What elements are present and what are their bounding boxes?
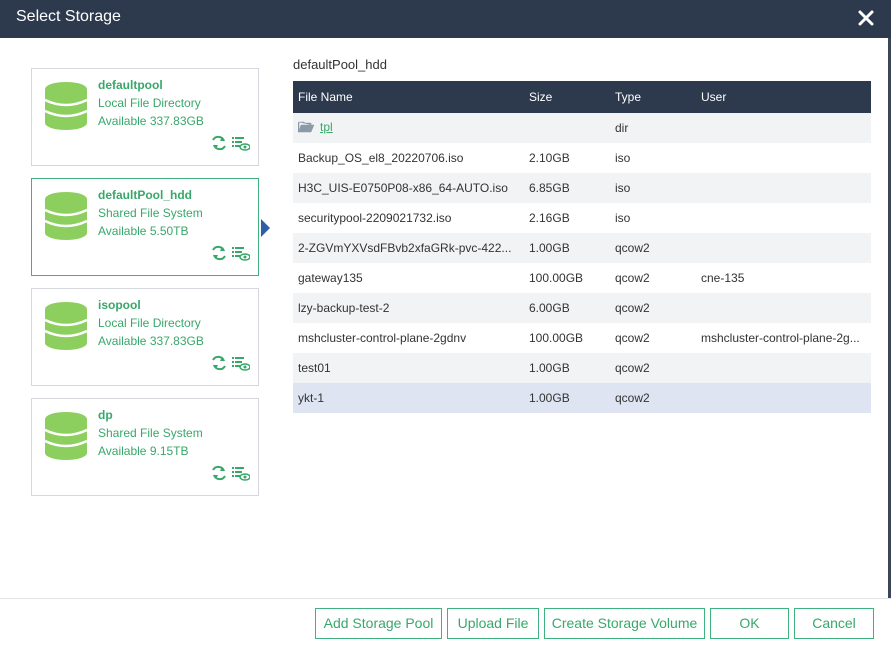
ok-button[interactable]: OK: [710, 608, 789, 639]
column-header-size[interactable]: Size: [524, 81, 610, 113]
pool-card-defaultpool-hdd[interactable]: defaultPool_hdd Shared File System Avail…: [31, 178, 259, 276]
table-row[interactable]: lzy-backup-test-2 6.00GB qcow2: [293, 293, 871, 323]
selected-pool-title: defaultPool_hdd: [293, 57, 387, 72]
pool-card-isopool[interactable]: isopool Local File Directory Available 3…: [31, 288, 259, 386]
size-cell: 1.00GB: [529, 361, 570, 375]
table-header-row: File Name Size Type User: [293, 81, 871, 113]
type-cell: qcow2: [615, 241, 650, 255]
pool-type: Local File Directory: [98, 316, 201, 330]
dialog-titlebar: Select Storage: [0, 0, 891, 38]
view-list-icon[interactable]: [232, 465, 251, 481]
size-cell: 6.85GB: [529, 181, 570, 195]
file-name-cell: 2-ZGVmYXVsdFBvb2xfaGRk-pvc-422...: [298, 241, 512, 255]
size-cell: 100.00GB: [529, 271, 584, 285]
pool-available: Available 337.83GB: [98, 334, 204, 348]
user-cell: [696, 353, 871, 383]
size-cell: 6.00GB: [529, 301, 570, 315]
view-list-icon[interactable]: [232, 355, 251, 371]
add-storage-pool-button[interactable]: Add Storage Pool: [315, 608, 442, 639]
type-cell: qcow2: [615, 361, 650, 375]
view-list-icon[interactable]: [232, 135, 251, 151]
refresh-icon[interactable]: [210, 355, 228, 371]
file-name-cell: securitypool-2209021732.iso: [298, 211, 452, 225]
type-cell: iso: [615, 151, 631, 165]
file-name-cell: mshcluster-control-plane-2gdnv: [298, 331, 467, 345]
size-cell: 2.10GB: [529, 151, 570, 165]
size-cell: 100.00GB: [529, 331, 584, 345]
type-cell: iso: [615, 181, 631, 195]
column-header-user[interactable]: User: [696, 81, 871, 113]
file-name-cell: tpl: [293, 113, 524, 143]
file-table: File Name Size Type User tpl dir Backup_…: [293, 81, 871, 413]
column-header-type[interactable]: Type: [610, 81, 696, 113]
user-cell: cne-135: [701, 271, 745, 285]
cancel-button[interactable]: Cancel: [794, 608, 874, 639]
dialog-title: Select Storage: [16, 8, 121, 25]
table-row[interactable]: tpl dir: [293, 113, 871, 143]
file-name-cell: Backup_OS_el8_20220706.iso: [298, 151, 464, 165]
pool-card-defaultpool[interactable]: defaultpool Local File Directory Availab…: [31, 68, 259, 166]
column-header-file-name[interactable]: File Name: [293, 81, 524, 113]
table-row[interactable]: Backup_OS_el8_20220706.iso 2.10GB iso: [293, 143, 871, 173]
table-row[interactable]: 2-ZGVmYXVsdFBvb2xfaGRk-pvc-422... 1.00GB…: [293, 233, 871, 263]
folder-open-icon: [297, 120, 315, 136]
database-icon: [44, 191, 88, 244]
refresh-icon[interactable]: [210, 245, 228, 261]
user-cell: [696, 173, 871, 203]
close-icon[interactable]: [855, 7, 877, 29]
pool-available: Available 337.83GB: [98, 114, 204, 128]
size-cell: 2.16GB: [529, 211, 570, 225]
refresh-icon[interactable]: [210, 135, 228, 151]
file-name-cell: ykt-1: [298, 391, 325, 405]
type-cell: qcow2: [615, 391, 650, 405]
file-name-cell: gateway135: [298, 271, 363, 285]
table-row[interactable]: securitypool-2209021732.iso 2.16GB iso: [293, 203, 871, 233]
size-cell: 1.00GB: [529, 391, 570, 405]
user-cell: [696, 203, 871, 233]
pool-name: isopool: [98, 298, 141, 312]
pool-name: defaultpool: [98, 78, 163, 92]
pool-card-dp[interactable]: dp Shared File System Available 9.15TB: [31, 398, 259, 496]
user-cell: [696, 113, 871, 143]
file-name-cell: H3C_UIS-E0750P08-x86_64-AUTO.iso: [298, 181, 508, 195]
pool-available: Available 9.15TB: [98, 444, 189, 458]
type-cell: dir: [615, 121, 629, 135]
create-storage-volume-button[interactable]: Create Storage Volume: [544, 608, 705, 639]
table-row[interactable]: H3C_UIS-E0750P08-x86_64-AUTO.iso 6.85GB …: [293, 173, 871, 203]
user-cell: mshcluster-control-plane-2g...: [701, 331, 860, 345]
type-cell: iso: [615, 211, 631, 225]
file-name-cell: lzy-backup-test-2: [298, 301, 390, 315]
pool-type: Local File Directory: [98, 96, 201, 110]
database-icon: [44, 81, 88, 134]
size-cell: [524, 113, 610, 143]
user-cell: [696, 143, 871, 173]
table-row[interactable]: gateway135 100.00GB qcow2 cne-135: [293, 263, 871, 293]
table-row[interactable]: mshcluster-control-plane-2gdnv 100.00GB …: [293, 323, 871, 353]
type-cell: qcow2: [615, 271, 650, 285]
table-row-selected[interactable]: ykt-1 1.00GB qcow2: [293, 383, 871, 413]
pool-type: Shared File System: [98, 206, 203, 220]
type-cell: qcow2: [615, 331, 650, 345]
pool-name: defaultPool_hdd: [98, 188, 192, 202]
user-cell: [696, 233, 871, 263]
type-cell: qcow2: [615, 301, 650, 315]
refresh-icon[interactable]: [210, 465, 228, 481]
user-cell: [696, 383, 871, 413]
file-name-cell: test01: [298, 361, 331, 375]
selection-pointer-icon: [261, 219, 270, 237]
folder-link[interactable]: tpl: [320, 120, 333, 134]
view-list-icon[interactable]: [232, 245, 251, 261]
dialog-footer: Add Storage Pool Upload File Create Stor…: [0, 598, 891, 645]
pool-name: dp: [98, 408, 113, 422]
table-row[interactable]: test01 1.00GB qcow2: [293, 353, 871, 383]
pool-available: Available 5.50TB: [98, 224, 189, 238]
size-cell: 1.00GB: [529, 241, 570, 255]
database-icon: [44, 411, 88, 464]
user-cell: [696, 293, 871, 323]
pool-type: Shared File System: [98, 426, 203, 440]
database-icon: [44, 301, 88, 354]
upload-file-button[interactable]: Upload File: [447, 608, 539, 639]
